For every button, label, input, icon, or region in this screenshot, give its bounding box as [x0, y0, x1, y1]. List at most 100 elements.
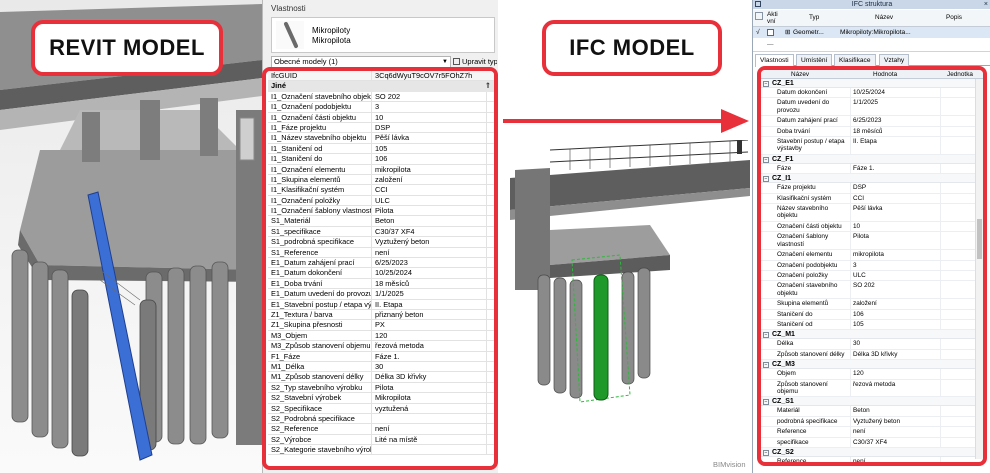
property-edit-cell[interactable]	[486, 413, 494, 424]
ifc-property-row[interactable]: Objem 120	[761, 369, 975, 380]
property-value[interactable]: 6/25/2023	[372, 258, 486, 267]
ifc-viewport[interactable]	[510, 140, 750, 473]
property-set-header[interactable]: − CZ_I1	[761, 174, 975, 184]
property-edit-cell[interactable]	[486, 351, 494, 361]
ifc-property-row[interactable]: Datum zahájení prací 6/25/2023	[761, 116, 975, 127]
property-edit-cell[interactable]	[486, 278, 494, 289]
expand-icon[interactable]: ⊞	[785, 27, 791, 38]
property-value[interactable]: 105	[372, 144, 486, 153]
property-edit-cell[interactable]	[486, 361, 494, 372]
ifc-property-row[interactable]: Označení položky ULC	[761, 270, 975, 282]
property-edit-cell[interactable]	[486, 216, 494, 226]
property-edit-cell[interactable]	[486, 341, 494, 351]
property-edit-cell[interactable]	[486, 143, 494, 154]
property-value[interactable]: mikropilota	[372, 165, 486, 174]
scrollbar-thumb[interactable]	[977, 219, 982, 259]
property-value[interactable]: vyztužená	[372, 404, 486, 413]
grid-column-name[interactable]: Název	[791, 70, 809, 79]
ifc-property-row[interactable]: Datum dokončení 10/25/2024	[761, 88, 975, 99]
property-row[interactable]: E1_Doba trvání 18 měsíců	[268, 278, 494, 290]
property-edit-cell[interactable]	[486, 372, 494, 382]
column-active[interactable]: Akti vní	[767, 11, 781, 25]
property-value[interactable]: ULC	[372, 196, 486, 205]
ifc-property-row[interactable]: Stavební postup / etapa výstavby II. Etap…	[761, 137, 975, 155]
ifc-property-row[interactable]: Datum uvedení do provozu 1/1/2025	[761, 98, 975, 117]
ifc-property-row[interactable]: Způsob stanovení objemu řezová metoda	[761, 379, 975, 398]
property-row[interactable]: I1_Označení části objektu 10	[268, 112, 494, 123]
property-value[interactable]: založení	[372, 175, 486, 184]
property-value[interactable]: Vyztužený beton	[372, 237, 486, 246]
property-row[interactable]: I1_Označení položky ULC	[268, 195, 494, 207]
property-row[interactable]: S2_Výrobce Lité na místě	[268, 434, 494, 446]
property-row[interactable]: S2_Kategorie stavebního výrob...	[268, 445, 494, 456]
ifc-property-row[interactable]: Označení části objektu 10	[761, 221, 975, 233]
property-edit-cell[interactable]	[486, 91, 494, 102]
property-edit-cell[interactable]	[486, 258, 494, 268]
property-row[interactable]: S2_Podrobná specifikace	[268, 413, 494, 425]
property-row[interactable]: I1_Klasifikační systém CCI	[268, 185, 494, 196]
property-edit-cell[interactable]	[486, 393, 494, 403]
property-value[interactable]: C30/37 XF4	[372, 227, 486, 236]
property-edit-cell[interactable]	[486, 164, 494, 174]
collapse-icon[interactable]: −	[763, 176, 769, 183]
collapse-icon[interactable]: −	[763, 450, 769, 456]
tab-classification[interactable]: Klasifikace	[834, 54, 876, 66]
property-row[interactable]: S1_Materiál Beton	[268, 216, 494, 227]
ifc-property-row[interactable]: Označení elementu mikropilota	[761, 250, 975, 261]
property-edit-cell[interactable]	[486, 330, 494, 341]
ifc-property-row[interactable]: Název stavebního objektu Pěší lávka	[761, 204, 975, 222]
property-edit-cell[interactable]	[486, 112, 494, 122]
property-value[interactable]: DSP	[372, 123, 486, 132]
property-row[interactable]: E1_Datum zahájení prací 6/25/2023	[268, 258, 494, 269]
ifc-property-row[interactable]: Materiál Beton	[761, 406, 975, 417]
property-row[interactable]: E1_Datum dokončení 10/25/2024	[268, 268, 494, 279]
property-row[interactable]: M3_Způsob stanovení objemu řezová metoda	[268, 341, 494, 352]
ifc-structure-selected-row[interactable]: √ ⊞ Geometr... Mikropiloty:Mikropilota..…	[753, 27, 990, 38]
property-value[interactable]: Lité na místě	[372, 435, 486, 444]
property-row[interactable]: I1_Název stavebního objektu Pěší lávka	[268, 133, 494, 144]
collapse-icon[interactable]: −	[763, 156, 769, 163]
ifc-property-row[interactable]: Skupina elementů založení	[761, 299, 975, 310]
ifc-property-row[interactable]: Označení podobjektu 3	[761, 260, 975, 271]
property-set-header[interactable]: − CZ_S1	[761, 397, 975, 407]
property-edit-cell[interactable]	[486, 309, 494, 320]
property-value[interactable]: není	[372, 424, 486, 433]
collapse-icon[interactable]: −	[763, 399, 769, 406]
property-row[interactable]: S2_Typ stavebního výrobku Pilota	[268, 382, 494, 394]
property-set-header[interactable]: − CZ_S2	[761, 448, 975, 457]
property-edit-cell[interactable]	[486, 289, 494, 299]
property-row[interactable]: I1_Označení šablony vlastností Pilota	[268, 206, 494, 217]
property-value[interactable]: Fáze 1.	[372, 352, 486, 361]
collapse-icon[interactable]: ⇑	[485, 81, 491, 91]
grid-column-unit[interactable]: Jednotka	[947, 70, 973, 79]
active-checkbox[interactable]	[767, 29, 774, 36]
property-row[interactable]: I1_Skupina elementů založení	[268, 174, 494, 186]
property-row[interactable]: M3_Objem 120	[268, 330, 494, 342]
property-row[interactable]: I1_Označení podobjektu 3	[268, 102, 494, 113]
ifc-property-row[interactable]: Reference není	[761, 457, 975, 462]
property-value[interactable]	[372, 414, 486, 423]
property-row[interactable]: S1_Reference není	[268, 247, 494, 259]
property-value[interactable]: Mikropilota	[372, 393, 486, 402]
property-value[interactable]: 18 měsíců	[372, 279, 486, 288]
property-row[interactable]: I1_Fáze projektu DSP	[268, 122, 494, 134]
property-row[interactable]: S1_podrobná specifikace Vyztužený beton	[268, 237, 494, 248]
property-row[interactable]: I1_Označení elementu mikropilota	[268, 164, 494, 175]
ifc-property-row[interactable]: specifikace C30/37 XF4	[761, 437, 975, 448]
grid-column-value[interactable]: Hodnota	[873, 70, 897, 79]
property-edit-cell[interactable]	[486, 268, 494, 278]
ifc-property-row[interactable]: Označení stavebního objektu SO 202	[761, 281, 975, 300]
property-row[interactable]: I1_Staničení od 105	[268, 143, 494, 155]
property-edit-cell[interactable]	[486, 445, 494, 455]
property-value[interactable]: 1/1/2025	[372, 289, 486, 298]
property-edit-cell[interactable]	[486, 195, 494, 206]
property-value[interactable]: není	[372, 248, 486, 257]
column-name[interactable]: Název	[875, 14, 893, 21]
property-row[interactable]: I1_Staničení do 106	[268, 154, 494, 165]
tab-location[interactable]: Umístění	[796, 54, 833, 66]
property-edit-cell[interactable]	[486, 226, 494, 237]
property-value[interactable]: 120	[372, 331, 486, 340]
property-value[interactable]: 10/25/2024	[372, 268, 486, 277]
property-value[interactable]: SO 202	[372, 92, 486, 101]
ifc-property-row[interactable]: Doba trvání 18 měsíců	[761, 126, 975, 138]
